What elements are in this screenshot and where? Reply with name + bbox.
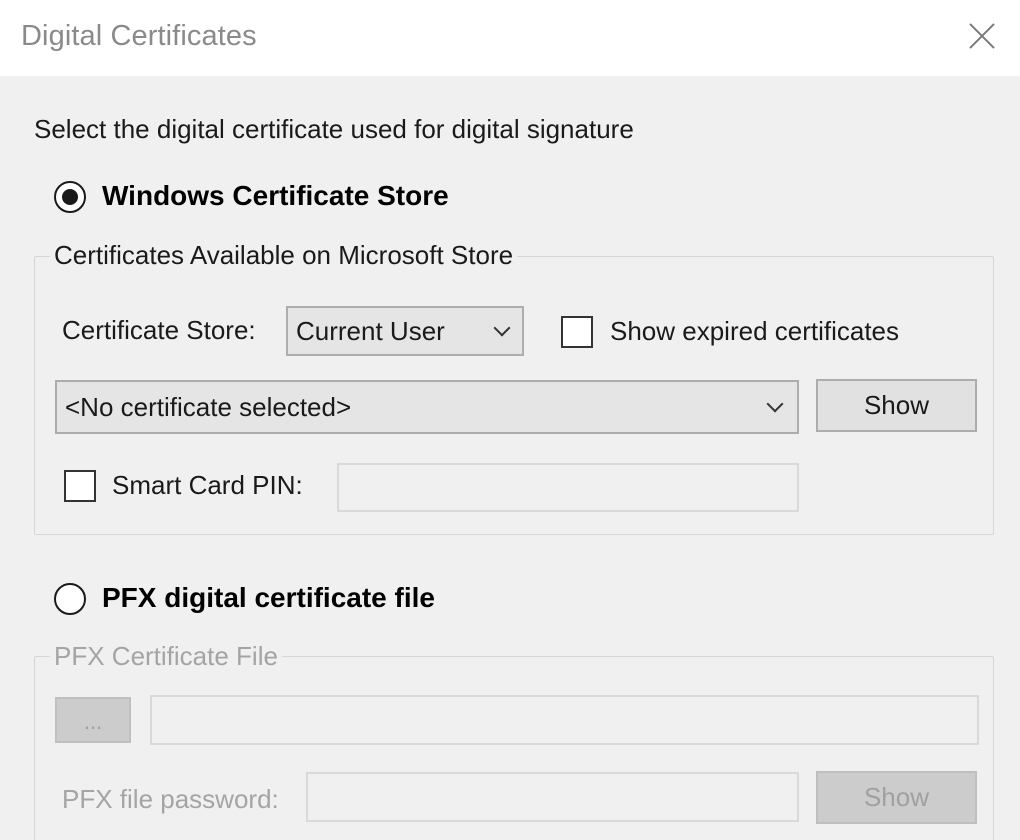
- show-pfx-password-button[interactable]: Show: [816, 771, 977, 824]
- pfx-certificate-group-title: PFX Certificate File: [50, 641, 282, 672]
- digital-certificates-dialog: Digital Certificates Select the digital …: [0, 0, 1020, 840]
- show-expired-checkbox[interactable]: [561, 316, 593, 348]
- show-expired-label[interactable]: Show expired certificates: [610, 316, 899, 347]
- certificate-store-label: Certificate Store:: [62, 315, 256, 345]
- smart-card-pin-checkbox[interactable]: [64, 470, 96, 502]
- microsoft-store-group-title: Certificates Available on Microsoft Stor…: [50, 240, 518, 271]
- show-certificate-button[interactable]: Show: [816, 379, 977, 432]
- intro-text: Select the digital certificate used for …: [34, 114, 634, 144]
- close-icon[interactable]: [960, 14, 1004, 58]
- title-bar: Digital Certificates: [0, 0, 1020, 76]
- certificate-select-value: <No certificate selected>: [65, 391, 352, 422]
- pfx-password-input[interactable]: [306, 772, 799, 822]
- smart-card-pin-input[interactable]: [337, 463, 799, 512]
- certificate-select[interactable]: <No certificate selected>: [55, 380, 799, 434]
- certificate-store-select[interactable]: Current User: [286, 306, 524, 356]
- browse-pfx-button[interactable]: ...: [55, 697, 131, 743]
- windows-store-radio-label[interactable]: Windows Certificate Store: [102, 180, 449, 212]
- smart-card-pin-label[interactable]: Smart Card PIN:: [112, 470, 303, 501]
- pfx-password-label: PFX file password:: [62, 784, 279, 814]
- chevron-down-icon: [493, 319, 511, 337]
- pfx-file-radio-label[interactable]: PFX digital certificate file: [102, 582, 435, 614]
- pfx-file-path-input[interactable]: [150, 695, 979, 745]
- pfx-file-radio[interactable]: [54, 583, 86, 615]
- window-title: Digital Certificates: [21, 20, 257, 52]
- chevron-down-icon: [766, 395, 784, 413]
- windows-store-radio[interactable]: [54, 181, 86, 213]
- certificate-store-value: Current User: [296, 315, 445, 346]
